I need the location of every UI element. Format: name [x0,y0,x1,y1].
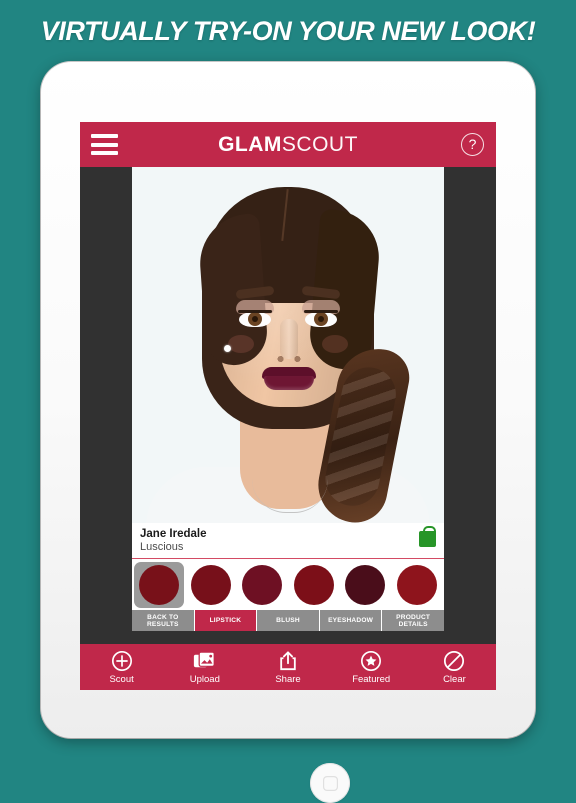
toolbar-label: Upload [189,673,220,685]
product-brand: Jane Iredale [140,528,207,540]
product-shade: Luscious [140,541,184,554]
share-box-icon [278,650,298,672]
plus-circle-icon [111,650,133,672]
app-screen: GLAMSCOUT ? Jane Iredale Luscious BACK T… [80,122,496,690]
tab-product-details[interactable]: PRODUCT DETAILS [382,610,444,632]
shade-swatch-color [396,565,437,606]
toolbar-featured-button[interactable]: Featured [330,650,413,685]
brand-glam: GLAM [218,132,282,156]
tab-eyeshadow[interactable]: EYESHADOW [319,610,383,632]
app-logo: GLAMSCOUT [80,133,496,157]
shade-swatch-color [139,565,179,606]
home-button-icon[interactable] [310,763,350,803]
hamburger-bar [91,151,118,155]
photos-icon [193,650,216,672]
model-blush-left [228,335,254,353]
model-eye-right [305,312,337,327]
brand-scout: SCOUT [281,132,358,156]
shade-swatch-6[interactable] [392,562,442,608]
promo-banner: VIRTUALLY TRY-ON YOUR NEW LOOK! [0,0,576,62]
model-blush-right [322,335,348,353]
model-nose [280,319,298,359]
category-tabs: BACK TO RESULTS LIPSTICK BLUSH EYESHADOW PRO… [132,610,444,632]
hamburger-bar [91,134,118,138]
model-lower-lip [264,376,314,390]
app-header: GLAMSCOUT ? [80,122,496,167]
home-button-square [323,776,338,791]
prohibition-icon [443,650,465,672]
toolbar-clear-button[interactable]: Clear [413,650,496,685]
product-info-bar: Jane Iredale Luscious [132,523,444,560]
shade-swatch-4[interactable] [289,562,339,608]
model-lashes-left [238,310,272,313]
shopping-bag-icon[interactable] [419,526,436,547]
shade-swatch-color [345,565,386,606]
shade-swatch-color [242,565,283,606]
model-earring [224,345,231,352]
star-circle-icon [360,650,382,672]
model-photo[interactable] [132,167,444,523]
product-text-group: Jane Iredale Luscious [140,527,206,555]
toolbar-label: Clear [443,673,466,685]
toolbar-label: Scout [109,673,134,685]
toolbar-scout-button[interactable]: Scout [80,650,163,685]
shade-swatch-row [132,559,444,611]
model-eye-left [239,312,271,327]
hamburger-icon[interactable] [91,134,118,155]
bottom-toolbar: Scout Upload Share Featured Clear [80,644,496,690]
shade-swatch-3[interactable] [237,562,287,608]
tab-lipstick[interactable]: LIPSTICK [194,610,258,632]
shade-swatch-5[interactable] [340,562,390,608]
toolbar-share-button[interactable]: Share [246,650,329,685]
toolbar-upload-button[interactable]: Upload [163,650,246,685]
model-lashes-right [304,310,338,313]
toolbar-label: Share [275,673,301,685]
shade-swatch-color [293,565,334,606]
photo-stage [80,167,496,523]
tab-back-to-results[interactable]: BACK TO RESULTS [132,610,195,632]
model-iris-right [314,312,328,326]
shade-swatch-color [190,565,231,606]
hamburger-bar [91,142,118,147]
model-iris-left [248,312,262,326]
shade-swatch-2[interactable] [186,562,236,608]
shade-swatch-1[interactable] [134,562,184,609]
promo-headline: VIRTUALLY TRY-ON YOUR NEW LOOK! [40,15,536,46]
question-mark-icon[interactable]: ? [461,133,484,156]
toolbar-label: Featured [352,673,391,685]
tab-blush[interactable]: BLUSH [257,610,320,632]
model-nostrils [275,355,303,363]
